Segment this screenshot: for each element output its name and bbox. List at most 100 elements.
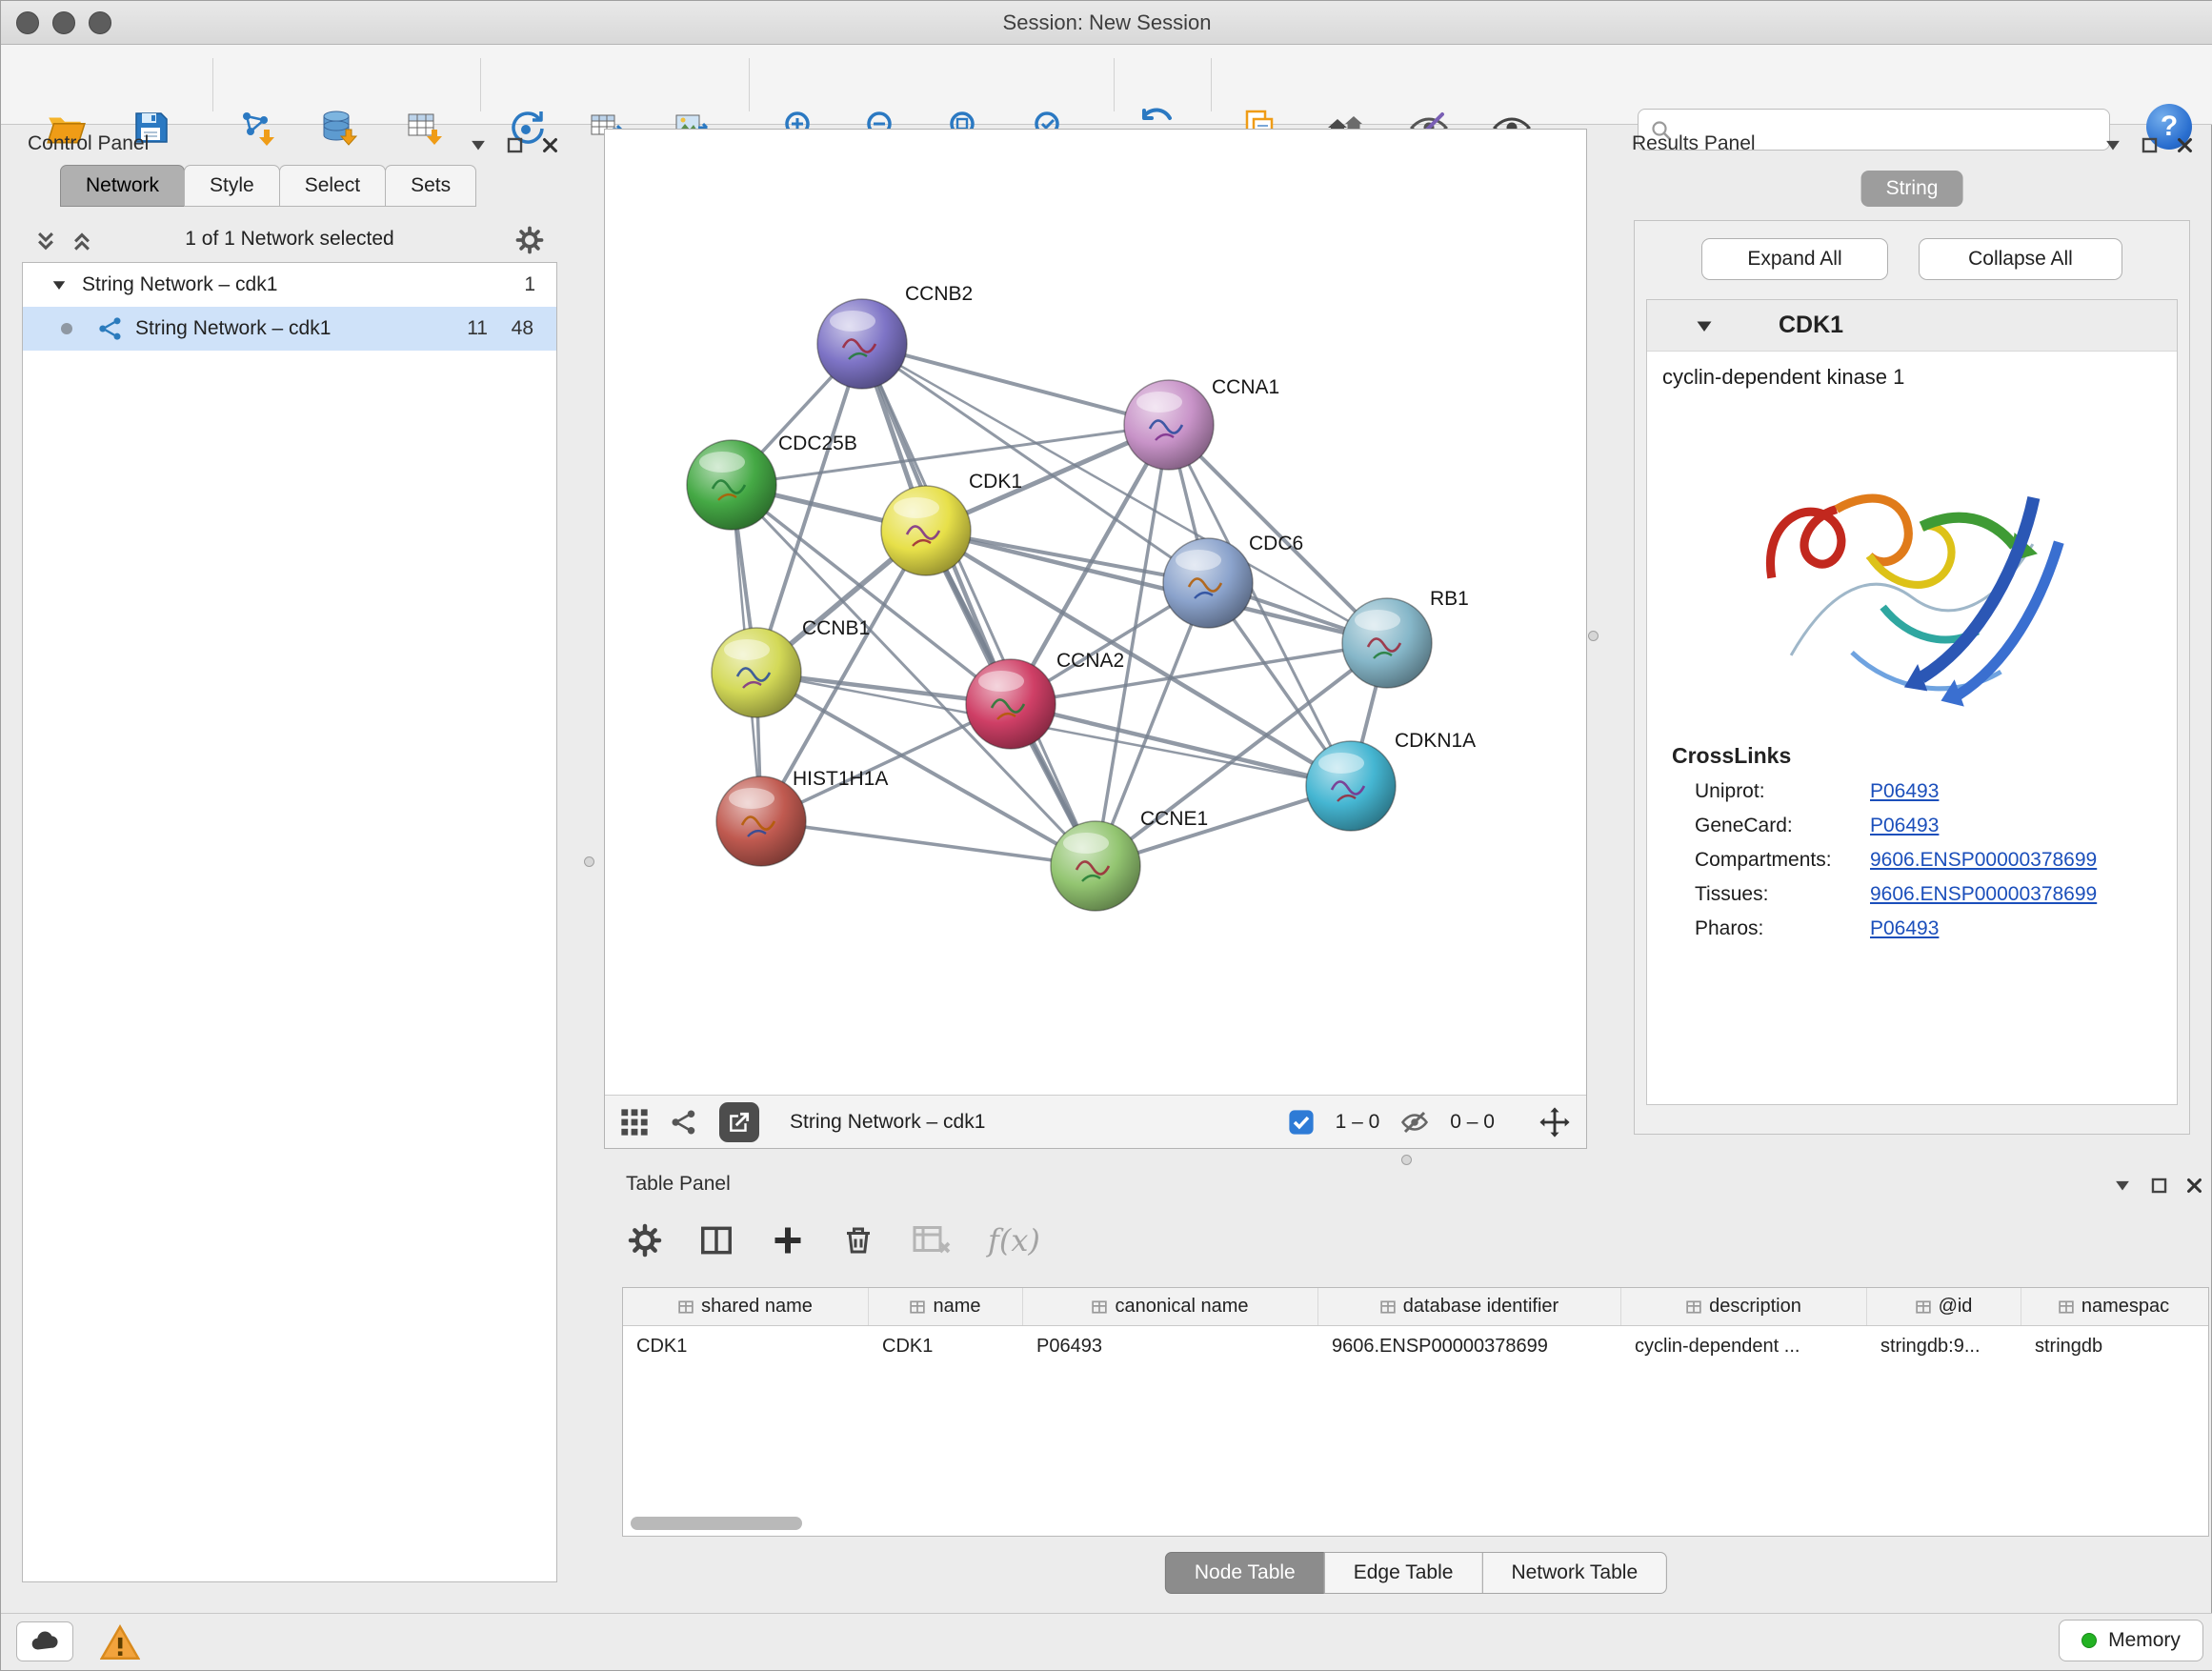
control-panel: Control Panel Network Style Select Sets … [10, 129, 569, 1615]
window-zoom-button[interactable] [89, 11, 111, 34]
table-panel: Table Panel f(x) shared name name canoni… [618, 1169, 2212, 1615]
splitter-handle[interactable] [1588, 631, 1599, 641]
network-canvas[interactable]: CCNB2CCNA1CDC25BCDK1CDC6RB1CCNB1CCNA2CDK… [605, 130, 1586, 1095]
toolbar-separator [749, 58, 750, 111]
splitter-handle[interactable] [1401, 1155, 1412, 1165]
uniprot-link[interactable]: P06493 [1870, 780, 1939, 803]
cloud-button[interactable] [16, 1621, 73, 1661]
cell-canonical-name[interactable]: P06493 [1023, 1326, 1318, 1366]
network-edge [862, 344, 1169, 425]
tree-expander-icon[interactable] [50, 275, 69, 294]
column-header[interactable]: canonical name [1023, 1288, 1318, 1325]
cell-namespace[interactable]: stringdb [2021, 1326, 2206, 1366]
delete-column-trash-icon[interactable] [841, 1223, 875, 1258]
column-header[interactable]: @id [1867, 1288, 2021, 1325]
pan-crosshair-icon[interactable] [1538, 1106, 1571, 1138]
string-tab-badge[interactable]: String [1861, 171, 1963, 207]
network-view: CCNB2CCNA1CDC25BCDK1CDC6RB1CCNB1CCNA2CDK… [604, 129, 1587, 1149]
scrollbar-thumb[interactable] [631, 1517, 802, 1530]
show-columns-icon[interactable] [698, 1222, 734, 1258]
app-window: Session: New Session [0, 0, 2212, 1671]
window-minimize-button[interactable] [52, 11, 75, 34]
network-edge [761, 821, 1096, 866]
panel-close-icon[interactable] [2185, 1177, 2203, 1195]
function-builder-fx[interactable]: f(x) [988, 1222, 1040, 1258]
cell-name[interactable]: CDK1 [869, 1326, 1023, 1366]
panel-float-icon[interactable] [2150, 1177, 2168, 1195]
add-column-plus-icon[interactable] [771, 1223, 805, 1258]
tab-select[interactable]: Select [279, 165, 386, 207]
edge-count: 48 [512, 317, 533, 340]
tissues-link[interactable]: 9606.ENSP00000378699 [1870, 883, 2097, 906]
node-label: CDKN1A [1395, 730, 1476, 752]
memory-button[interactable]: Memory [2059, 1620, 2203, 1661]
column-header[interactable]: description [1621, 1288, 1867, 1325]
hidden-eye-slash-icon[interactable] [1400, 1108, 1429, 1137]
gene-name: CDK1 [1779, 312, 1843, 339]
panel-float-icon[interactable] [506, 136, 524, 154]
tab-node-table[interactable]: Node Table [1165, 1552, 1325, 1594]
warning-icon[interactable] [100, 1623, 140, 1663]
section-collapse-icon[interactable] [1693, 314, 1716, 337]
table-row[interactable]: CDK1 CDK1 P06493 9606.ENSP00000378699 cy… [623, 1326, 2208, 1366]
window-close-button[interactable] [16, 11, 39, 34]
crosslink-row: Pharos:P06493 [1695, 917, 2177, 940]
column-header[interactable]: database identifier [1318, 1288, 1621, 1325]
column-header[interactable]: namespac [2021, 1288, 2206, 1325]
network-row-label: String Network – cdk1 [135, 317, 331, 340]
main-toolbar: ? [1, 45, 2212, 125]
tab-network[interactable]: Network [60, 165, 185, 207]
column-header[interactable]: shared name [623, 1288, 869, 1325]
horizontal-scrollbar[interactable] [627, 1517, 2204, 1530]
table-settings-gear-icon[interactable] [628, 1223, 662, 1258]
gear-icon[interactable] [515, 226, 544, 254]
selected-checkbox-icon[interactable] [1288, 1109, 1315, 1136]
crosslink-label: GeneCard: [1695, 815, 1870, 837]
panel-float-icon[interactable] [2141, 136, 2159, 154]
cell-shared-name[interactable]: CDK1 [623, 1326, 869, 1366]
cell-database-identifier[interactable]: 9606.ENSP00000378699 [1318, 1326, 1621, 1366]
crosslink-row: Uniprot:P06493 [1695, 780, 2177, 803]
network-collection-row[interactable]: String Network – cdk1 1 [23, 263, 556, 307]
node-count: 11 [467, 317, 488, 340]
expand-all-button[interactable]: Expand All [1701, 238, 1888, 280]
gene-description: cyclin-dependent kinase 1 [1662, 365, 2177, 390]
control-panel-tabs: Network Style Select Sets [60, 165, 475, 207]
tab-edge-table[interactable]: Edge Table [1324, 1552, 1483, 1594]
crosslink-label: Pharos: [1695, 917, 1870, 940]
network-view-statusbar: String Network – cdk1 1 – 0 0 – 0 [605, 1095, 1586, 1148]
compartments-link[interactable]: 9606.ENSP00000378699 [1870, 849, 2097, 872]
string-network-icon [97, 315, 124, 342]
collapse-all-button[interactable]: Collapse All [1919, 238, 2122, 280]
network-collection-label: String Network – cdk1 [82, 273, 277, 296]
tab-style[interactable]: Style [184, 165, 280, 207]
cell-description[interactable]: cyclin-dependent ... [1621, 1326, 1867, 1366]
network-overview-icon[interactable] [670, 1108, 698, 1137]
gene-section-header[interactable]: CDK1 [1647, 300, 2177, 352]
memory-status-dot [2081, 1633, 2097, 1648]
panel-collapse-icon[interactable] [468, 134, 489, 155]
crosslink-row: Compartments:9606.ENSP00000378699 [1695, 849, 2177, 872]
hidden-counts: 0 – 0 [1450, 1111, 1495, 1134]
genecard-link[interactable]: P06493 [1870, 815, 1939, 837]
cell-id[interactable]: stringdb:9... [1867, 1326, 2021, 1366]
delete-table-icon[interactable] [912, 1223, 952, 1258]
grid-view-icon[interactable] [620, 1108, 649, 1137]
toolbar-separator [1114, 58, 1115, 111]
node-label: RB1 [1430, 588, 1469, 610]
panel-close-icon[interactable] [541, 136, 559, 154]
node-label: CCNE1 [1140, 808, 1208, 830]
detach-view-button[interactable] [719, 1102, 759, 1142]
network-row-selected[interactable]: String Network – cdk1 11 48 [23, 307, 556, 351]
panel-close-icon[interactable] [2176, 136, 2194, 154]
control-panel-title: Control Panel [28, 132, 149, 155]
panel-collapse-icon[interactable] [2102, 134, 2123, 155]
tab-network-table[interactable]: Network Table [1481, 1552, 1667, 1594]
results-panel-title: Results Panel [1632, 132, 1756, 155]
panel-collapse-icon[interactable] [2112, 1175, 2133, 1196]
tab-sets[interactable]: Sets [385, 165, 476, 207]
splitter-handle[interactable] [584, 856, 594, 867]
node-label: HIST1H1A [793, 768, 888, 790]
pharos-link[interactable]: P06493 [1870, 917, 1939, 940]
column-header[interactable]: name [869, 1288, 1023, 1325]
